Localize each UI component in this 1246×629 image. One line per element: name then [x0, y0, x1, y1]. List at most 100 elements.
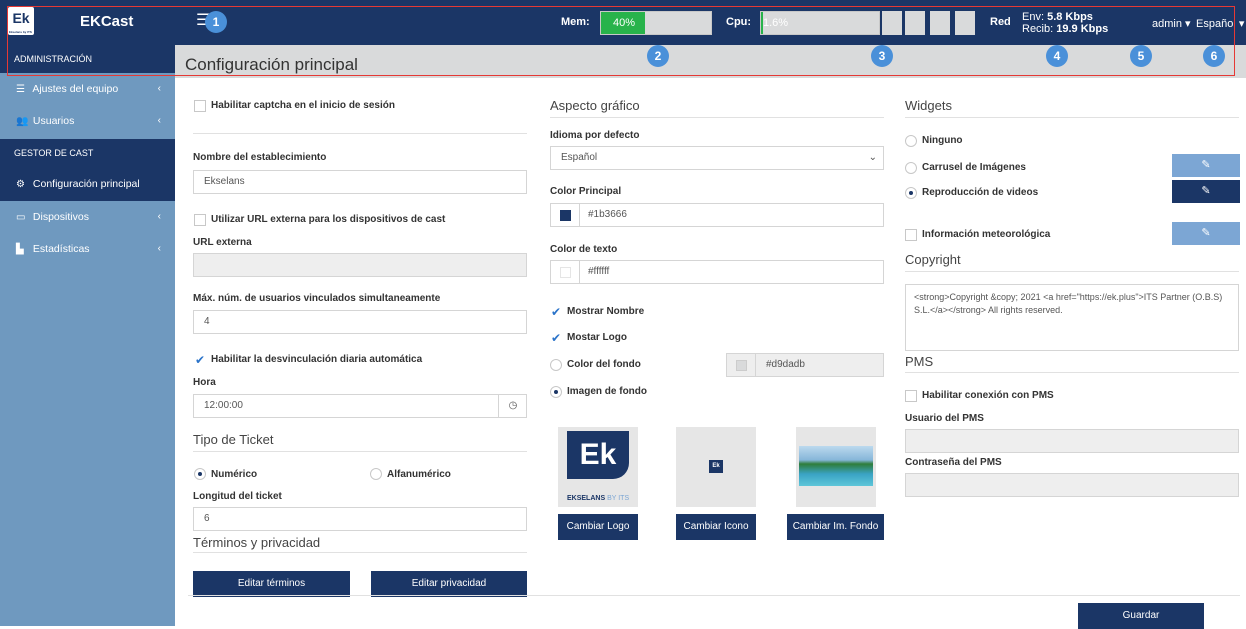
edit-weather-button[interactable]: ✎: [1172, 222, 1240, 245]
annotation-marker-6: 6: [1203, 45, 1225, 67]
captcha-checkbox[interactable]: [194, 100, 206, 112]
text-color-input[interactable]: #ffffff: [550, 260, 884, 284]
widget-none-radio[interactable]: [905, 135, 917, 147]
edit-video-button[interactable]: ✎: [1172, 180, 1240, 203]
pms-enable-checkbox[interactable]: [905, 390, 917, 402]
widget-video-radio[interactable]: [905, 187, 917, 199]
annotation-marker-5: 5: [1130, 45, 1152, 67]
page-title: Configuración principal: [185, 55, 358, 74]
sidebar-item-usuarios[interactable]: 👥 Usuarios ‹: [0, 105, 175, 137]
name-label: Nombre del establecimiento: [193, 152, 327, 163]
external-url-label: URL externa: [193, 237, 252, 248]
user-menu[interactable]: admin ▾: [1152, 17, 1191, 30]
divider: [905, 271, 1239, 272]
ek-icon: Ek: [709, 460, 723, 473]
mem-meter: 40%: [600, 11, 712, 35]
env-value: 5.8 Kbps: [1047, 11, 1093, 23]
terms-title: Términos y privacidad: [193, 535, 321, 550]
copyright-title: Copyright: [905, 252, 961, 267]
change-logo-button[interactable]: Cambiar Logo: [558, 514, 638, 540]
pms-title: PMS: [905, 354, 934, 369]
text-color-label: Color de texto: [550, 244, 618, 255]
widget-carousel-radio[interactable]: [905, 162, 917, 174]
ticket-type-title: Tipo de Ticket: [193, 432, 274, 447]
widget-weather-checkbox[interactable]: [905, 229, 917, 241]
captcha-label: Habilitar captcha en el inicio de sesión: [211, 100, 395, 111]
pms-enable-label: Habilitar conexión con PMS: [922, 390, 1054, 401]
chevron-left-icon: ‹: [157, 211, 161, 222]
divider: [905, 372, 1239, 373]
bg-color-radio[interactable]: [550, 359, 562, 371]
edit-privacy-button[interactable]: Editar privacidad: [371, 571, 527, 597]
divider: [550, 117, 884, 118]
hour-input[interactable]: 12:00:00 ◷: [193, 394, 527, 418]
edit-carousel-button[interactable]: ✎: [1172, 154, 1240, 177]
divider: [193, 552, 527, 553]
app-logo-subtitle: Ekselans by ITS: [9, 30, 32, 34]
show-name-checkbox[interactable]: ✔: [550, 306, 562, 318]
ticket-length-input[interactable]: 6: [193, 507, 527, 531]
external-url-checkbox[interactable]: [194, 214, 206, 226]
auto-unlink-checkbox[interactable]: ✔: [194, 354, 206, 366]
divider: [193, 451, 527, 452]
change-icon-button[interactable]: Cambiar Icono: [676, 514, 756, 540]
chevron-left-icon: ‹: [157, 83, 161, 94]
ticket-numeric-label: Numérico: [211, 469, 258, 480]
edit-terms-button[interactable]: Editar términos: [193, 571, 350, 597]
bg-color-label: Color del fondo: [567, 359, 641, 370]
color-swatch[interactable]: [560, 267, 571, 278]
ticket-alpha-label: Alfanumérico: [387, 469, 451, 480]
widget-carousel-label: Carrusel de Imágenes: [922, 162, 1026, 173]
default-language-label: Idioma por defecto: [550, 130, 640, 141]
save-button[interactable]: Guardar: [1078, 603, 1204, 629]
chevron-left-icon: ‹: [157, 115, 161, 126]
language-menu[interactable]: Español ▾: [1196, 17, 1244, 30]
top-bar: Ek Ekselans by ITS EKCast ☰ 1 Mem: 40% C…: [0, 0, 1246, 45]
ticket-numeric-radio[interactable]: [194, 468, 206, 480]
external-url-check-label: Utilizar URL externa para los dispositiv…: [211, 214, 446, 225]
auto-unlink-label: Habilitar la desvinculación diaria autom…: [211, 354, 423, 365]
pms-user-label: Usuario del PMS: [905, 413, 984, 424]
color-swatch[interactable]: [560, 210, 571, 221]
sidebar-item-label: Dispositivos: [32, 211, 89, 223]
cpu-label: Cpu:: [726, 16, 752, 28]
edit-icon: ✎: [1201, 185, 1211, 197]
recib-value: 19.9 Kbps: [1056, 23, 1109, 35]
sidebar-item-dispositivos[interactable]: ▭ Dispositivos ‹: [0, 201, 175, 233]
sidebar-item-ajustes[interactable]: ☰ Ajustes del equipo ‹: [0, 73, 175, 105]
clock-icon[interactable]: ◷: [498, 395, 527, 417]
annotation-marker-2: 2: [647, 45, 669, 67]
app-logo[interactable]: Ek Ekselans by ITS: [8, 7, 34, 35]
logo-preview: Ek EKSELANS BY ITS: [558, 427, 638, 507]
ticket-alpha-radio[interactable]: [370, 468, 382, 480]
show-name-label: Mostrar Nombre: [567, 306, 645, 317]
main-color-input[interactable]: #1b3666: [550, 203, 884, 227]
pool-image: [799, 446, 873, 486]
sidebar-item-configuracion[interactable]: ⚙ Configuración principal: [0, 167, 175, 201]
cogs-icon: ⚙: [16, 179, 25, 190]
sidebar: ADMINISTRACIÓN ☰ Ajustes del equipo ‹ 👥 …: [0, 45, 175, 626]
page-header: Configuración principal: [175, 45, 1246, 78]
name-input[interactable]: Ekselans: [193, 170, 527, 194]
bg-image-radio[interactable]: [550, 386, 562, 398]
annotation-marker-1: 1: [205, 11, 227, 33]
color-swatch[interactable]: [736, 360, 747, 371]
bg-color-input[interactable]: #d9dadb: [726, 353, 884, 377]
sidebar-item-estadisticas[interactable]: ▙ Estadísticas ‹: [0, 233, 175, 265]
ek-logo: Ek: [567, 431, 629, 479]
external-url-input[interactable]: [193, 253, 527, 277]
edit-icon: ✎: [1201, 159, 1211, 171]
edit-icon: ✎: [1201, 227, 1211, 239]
default-language-select[interactable]: Español ⌄: [550, 146, 884, 170]
ticket-length-label: Longitud del ticket: [193, 491, 282, 502]
cpu-meter: 1.6%: [760, 11, 880, 35]
copyright-textarea[interactable]: <strong>Copyright &copy; 2021 <a href="h…: [905, 284, 1239, 351]
pms-password-input[interactable]: [905, 473, 1239, 497]
change-background-button[interactable]: Cambiar Im. Fondo: [787, 514, 884, 540]
chevron-down-icon: ▾: [1238, 18, 1245, 30]
divider: [193, 133, 527, 134]
max-users-input[interactable]: 4: [193, 310, 527, 334]
bg-image-label: Imagen de fondo: [567, 386, 647, 397]
pms-user-input[interactable]: [905, 429, 1239, 453]
show-logo-checkbox[interactable]: ✔: [550, 332, 562, 344]
